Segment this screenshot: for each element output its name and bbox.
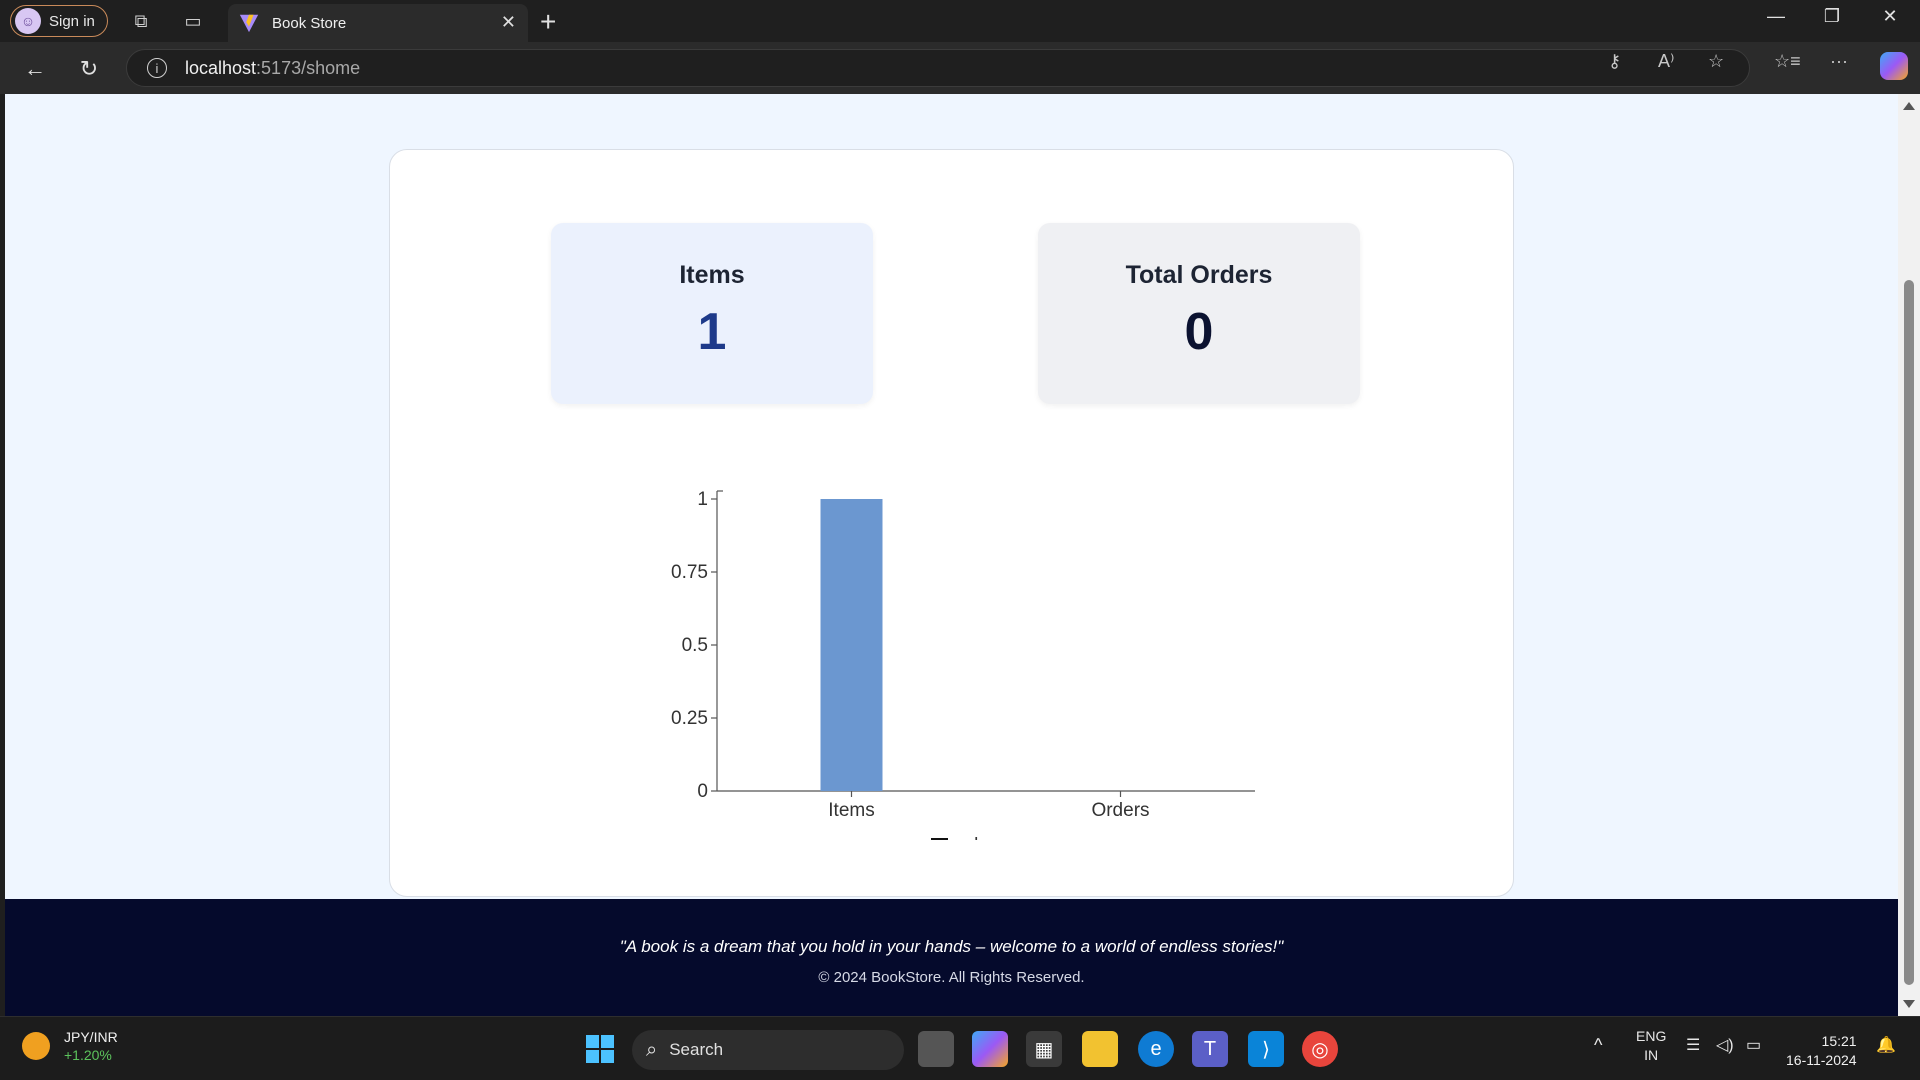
y-tick-label: 1 xyxy=(697,489,708,510)
start-windows-icon[interactable] xyxy=(582,1031,618,1067)
tab-actions-icon[interactable]: ▭ xyxy=(178,6,208,36)
key-icon[interactable]: ⚷ xyxy=(1608,51,1621,72)
url-host: localhost xyxy=(185,57,257,78)
bar-chart: 0 0.25 0.5 0.75 1 Items Orders value xyxy=(671,489,1255,840)
sign-in-label: Sign in xyxy=(49,12,95,30)
show-hidden-icons-chevron-icon[interactable]: ^ xyxy=(1594,1035,1602,1056)
profile-avatar-icon: ☺ xyxy=(15,8,41,34)
workspaces-icon[interactable]: ⧉ xyxy=(126,6,156,36)
notification-bell-icon[interactable]: 🔔 xyxy=(1876,1035,1896,1055)
read-aloud-icon[interactable]: A⁾ xyxy=(1658,51,1674,72)
windows-logo-icon xyxy=(586,1035,614,1063)
refresh-icon[interactable]: ↻ xyxy=(72,52,106,86)
task-view-icon[interactable] xyxy=(918,1031,954,1067)
microsoft-store-icon[interactable]: ▦ xyxy=(1026,1031,1062,1067)
clock-date: 16-11-2024 xyxy=(1786,1052,1857,1068)
vertical-scrollbar[interactable] xyxy=(1898,94,1920,1016)
edge-browser-icon[interactable]: e xyxy=(1138,1031,1174,1067)
copilot-icon[interactable] xyxy=(1880,52,1908,80)
new-tab-button[interactable]: + xyxy=(540,6,556,38)
x-tick-label: Items xyxy=(828,800,874,821)
windows-taskbar: JPY/INR +1.20% ⌕ Search ▦ e T ⟩ ◎ ^ ENG … xyxy=(0,1016,1920,1080)
url-bar[interactable]: i localhost:5173/shome xyxy=(126,49,1750,87)
back-arrow-icon[interactable]: ← xyxy=(18,52,52,86)
volume-icon[interactable]: ◁) xyxy=(1716,1035,1734,1055)
tab-book-store[interactable]: Book Store ✕ xyxy=(228,4,528,42)
orders-stat-card: Total Orders 0 xyxy=(1038,223,1360,404)
close-tab-icon[interactable]: ✕ xyxy=(501,12,516,33)
footer-copyright: © 2024 BookStore. All Rights Reserved. xyxy=(818,969,1085,986)
ticker-change: +1.20% xyxy=(64,1047,112,1063)
browser-titlebar: ☺ Sign in ⧉ ▭ Book Store ✕ + — ❐ ✕ xyxy=(0,0,1920,42)
language-indicator[interactable]: ENG IN xyxy=(1636,1027,1666,1065)
search-label: Search xyxy=(669,1040,724,1059)
favorite-star-icon[interactable]: ☆ xyxy=(1708,51,1724,72)
favorites-list-icon[interactable]: ☆≡ xyxy=(1774,51,1801,72)
address-toolbar: ← ↻ i localhost:5173/shome ⚷ A⁾ ☆ ☆≡ ··· xyxy=(0,42,1920,94)
orders-stat-label: Total Orders xyxy=(1125,261,1273,289)
file-explorer-icon[interactable] xyxy=(1082,1031,1118,1067)
legend-label: value xyxy=(954,835,999,840)
scroll-down-icon[interactable] xyxy=(1903,1000,1915,1008)
chrome-icon[interactable]: ◎ xyxy=(1302,1031,1338,1067)
clock-time: 15:21 xyxy=(1821,1033,1857,1049)
tab-title: Book Store xyxy=(272,14,347,32)
vite-favicon-icon xyxy=(239,14,259,33)
footer-quote: "A book is a dream that you hold in your… xyxy=(619,937,1284,956)
search-icon: ⌕ xyxy=(646,1038,658,1061)
bar-items xyxy=(820,499,883,791)
teams-icon[interactable]: T xyxy=(1192,1031,1228,1067)
items-stat-label: Items xyxy=(679,261,745,289)
minimize-icon[interactable]: — xyxy=(1756,6,1796,27)
language-top: ENG xyxy=(1636,1028,1667,1044)
battery-icon[interactable]: ▭ xyxy=(1746,1035,1761,1055)
close-window-icon[interactable]: ✕ xyxy=(1870,6,1910,27)
site-info-icon[interactable]: i xyxy=(147,58,167,78)
wifi-icon[interactable]: ☰ xyxy=(1686,1035,1700,1055)
restore-icon[interactable]: ❐ xyxy=(1812,6,1852,27)
more-options-icon[interactable]: ··· xyxy=(1830,51,1848,72)
stock-ticker-widget[interactable]: JPY/INR +1.20% xyxy=(22,1029,118,1063)
y-tick-label: 0.5 xyxy=(682,635,708,656)
ticker-pair: JPY/INR xyxy=(64,1029,118,1045)
items-stat-card: Items 1 xyxy=(551,223,873,404)
y-tick-label: 0.25 xyxy=(671,708,708,729)
dashboard-card: Items 1 Total Orders 0 0 0.25 0.5 0.75 1 Item… xyxy=(389,149,1514,897)
x-tick-label: Orders xyxy=(1091,800,1149,821)
y-tick-label: 0.75 xyxy=(671,562,708,583)
legend-swatch xyxy=(931,838,948,840)
currency-coin-icon xyxy=(22,1032,50,1060)
url-path: :5173/shome xyxy=(256,57,361,78)
copilot-taskbar-icon[interactable] xyxy=(972,1031,1008,1067)
y-tick-label: 0 xyxy=(697,781,708,802)
items-stat-value: 1 xyxy=(697,303,727,361)
system-clock[interactable]: 15:21 16-11-2024 xyxy=(1786,1032,1857,1070)
taskbar-search[interactable]: ⌕ Search xyxy=(632,1030,904,1070)
scroll-up-icon[interactable] xyxy=(1903,102,1915,110)
vscode-icon[interactable]: ⟩ xyxy=(1248,1031,1284,1067)
page-viewport: Items 1 Total Orders 0 0 0.25 0.5 0.75 1 Item… xyxy=(5,94,1898,1016)
footer: "A book is a dream that you hold in your… xyxy=(5,899,1898,1016)
orders-stat-value: 0 xyxy=(1184,303,1214,361)
language-bottom: IN xyxy=(1644,1047,1659,1063)
scrollbar-thumb[interactable] xyxy=(1904,280,1914,985)
sign-in-button[interactable]: ☺ Sign in xyxy=(10,5,108,37)
